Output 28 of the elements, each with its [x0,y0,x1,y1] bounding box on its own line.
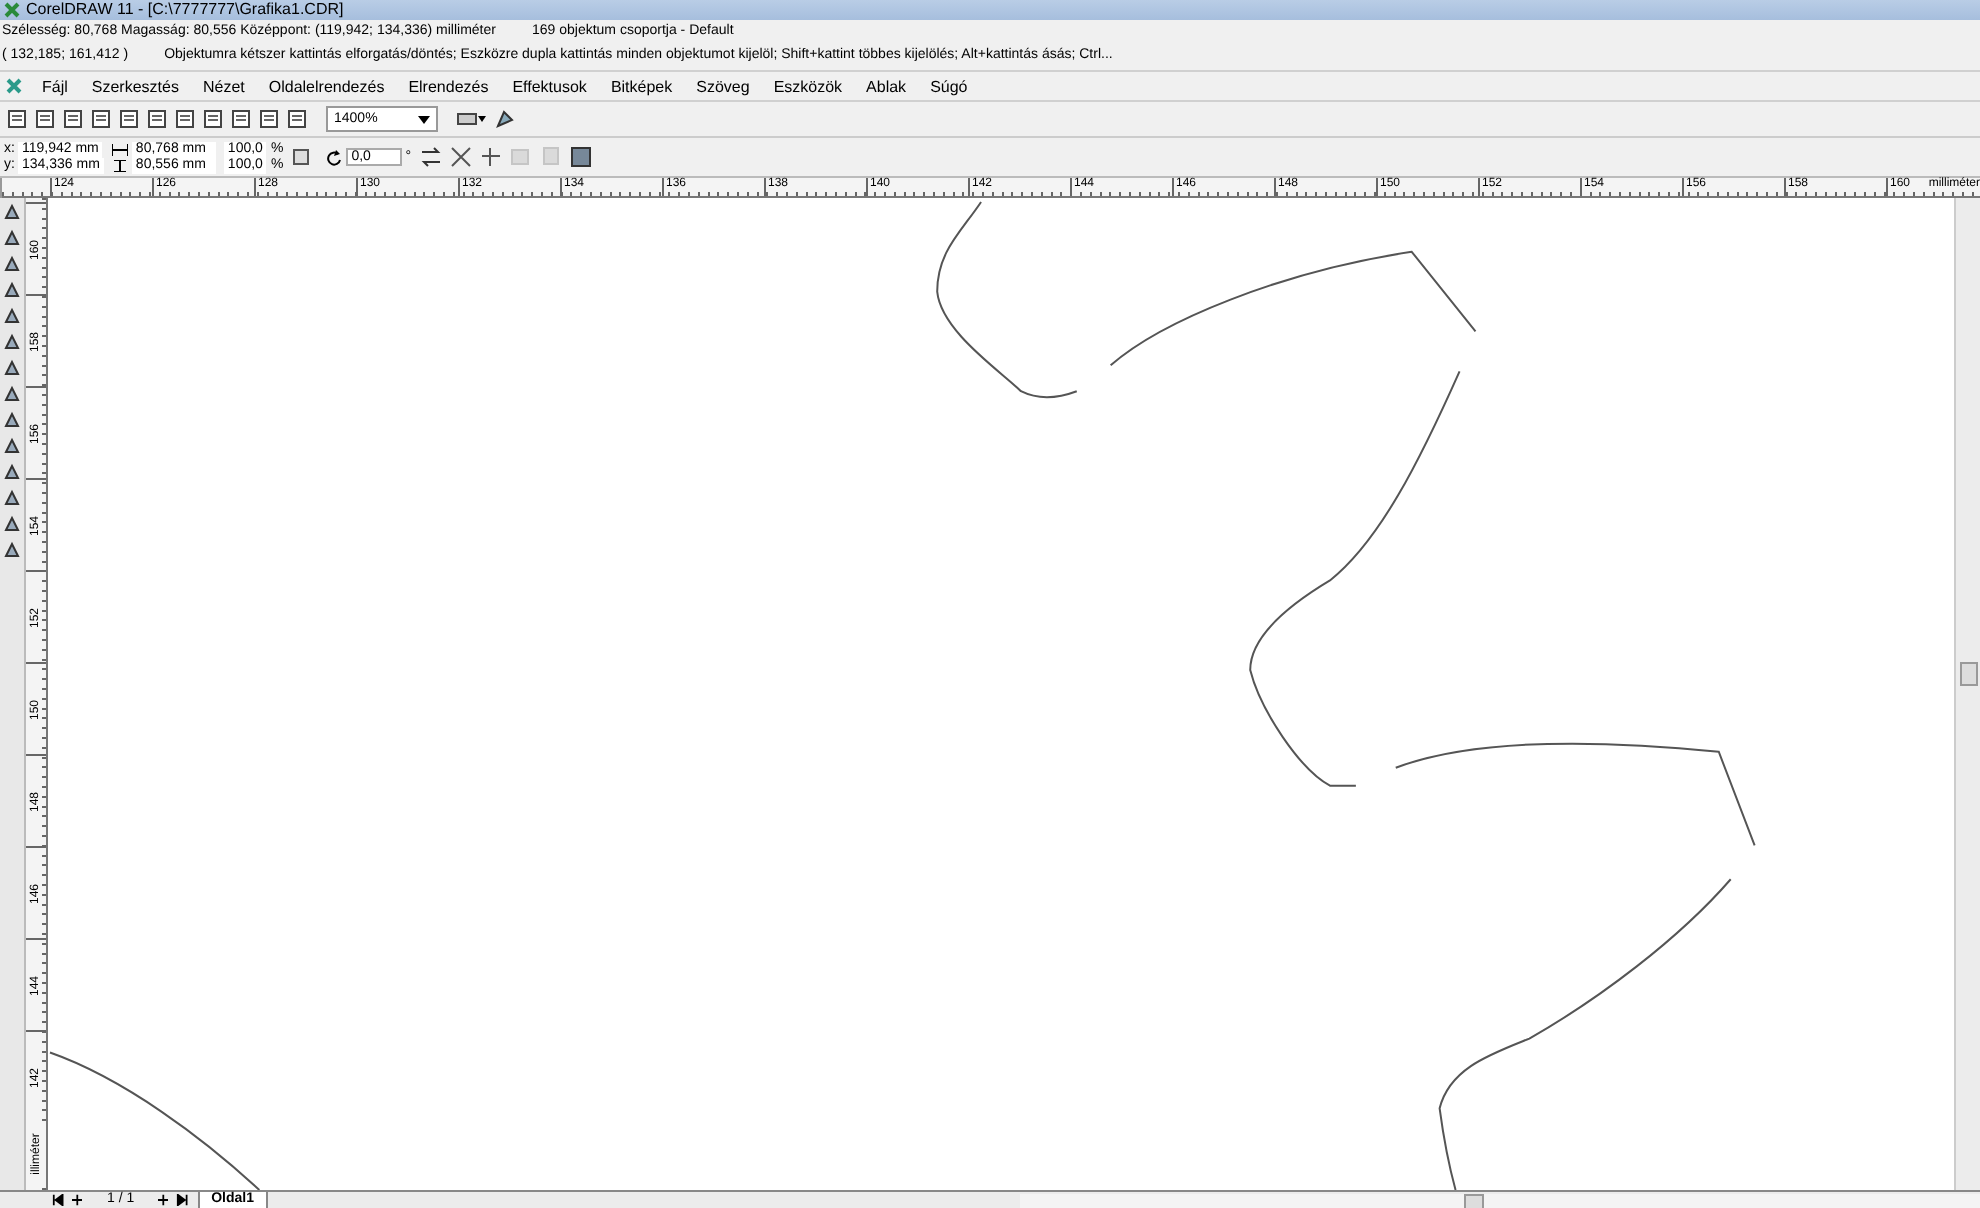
add-page-icon[interactable] [158,1194,169,1206]
menu-item[interactable]: Súgó [930,77,968,95]
rotate-icon [325,149,342,165]
menu-item[interactable]: Szöveg [696,77,750,95]
mirror-icon[interactable] [419,146,441,168]
vertical-scrollbar[interactable] [1954,198,1980,1190]
lock-ratio-icon[interactable] [291,148,310,166]
first-page-icon[interactable] [52,1194,65,1206]
last-page-icon[interactable] [176,1194,190,1206]
add-page-icon[interactable] [72,1194,83,1206]
menu-item[interactable]: Eszközök [773,77,843,95]
app-logo-icon [4,2,20,18]
menu-item[interactable]: Oldalelrendezés [268,77,385,95]
width-icon [111,143,128,155]
app-logo-icon [6,78,22,94]
caret-icon [418,115,430,123]
window-title: CorelDRAW 11 - [C:\7777777\Grafika1.CDR] [26,0,344,20]
menu-item[interactable]: Bitképek [610,77,673,95]
menu-item[interactable]: Nézet [202,77,245,95]
menu-item[interactable]: Effektusok [512,77,587,95]
menu-item[interactable]: Fájl [42,77,68,95]
horizontal-scrollbar[interactable] [1020,1193,1980,1207]
scroll-thumb[interactable] [1464,1193,1484,1208]
scroll-thumb[interactable] [1960,662,1978,686]
menu-item[interactable]: Szerkesztés [91,77,179,95]
height-icon [111,159,128,171]
menu-item[interactable]: Elrendezés [408,77,489,95]
menu-item[interactable]: Ablak [866,77,907,95]
